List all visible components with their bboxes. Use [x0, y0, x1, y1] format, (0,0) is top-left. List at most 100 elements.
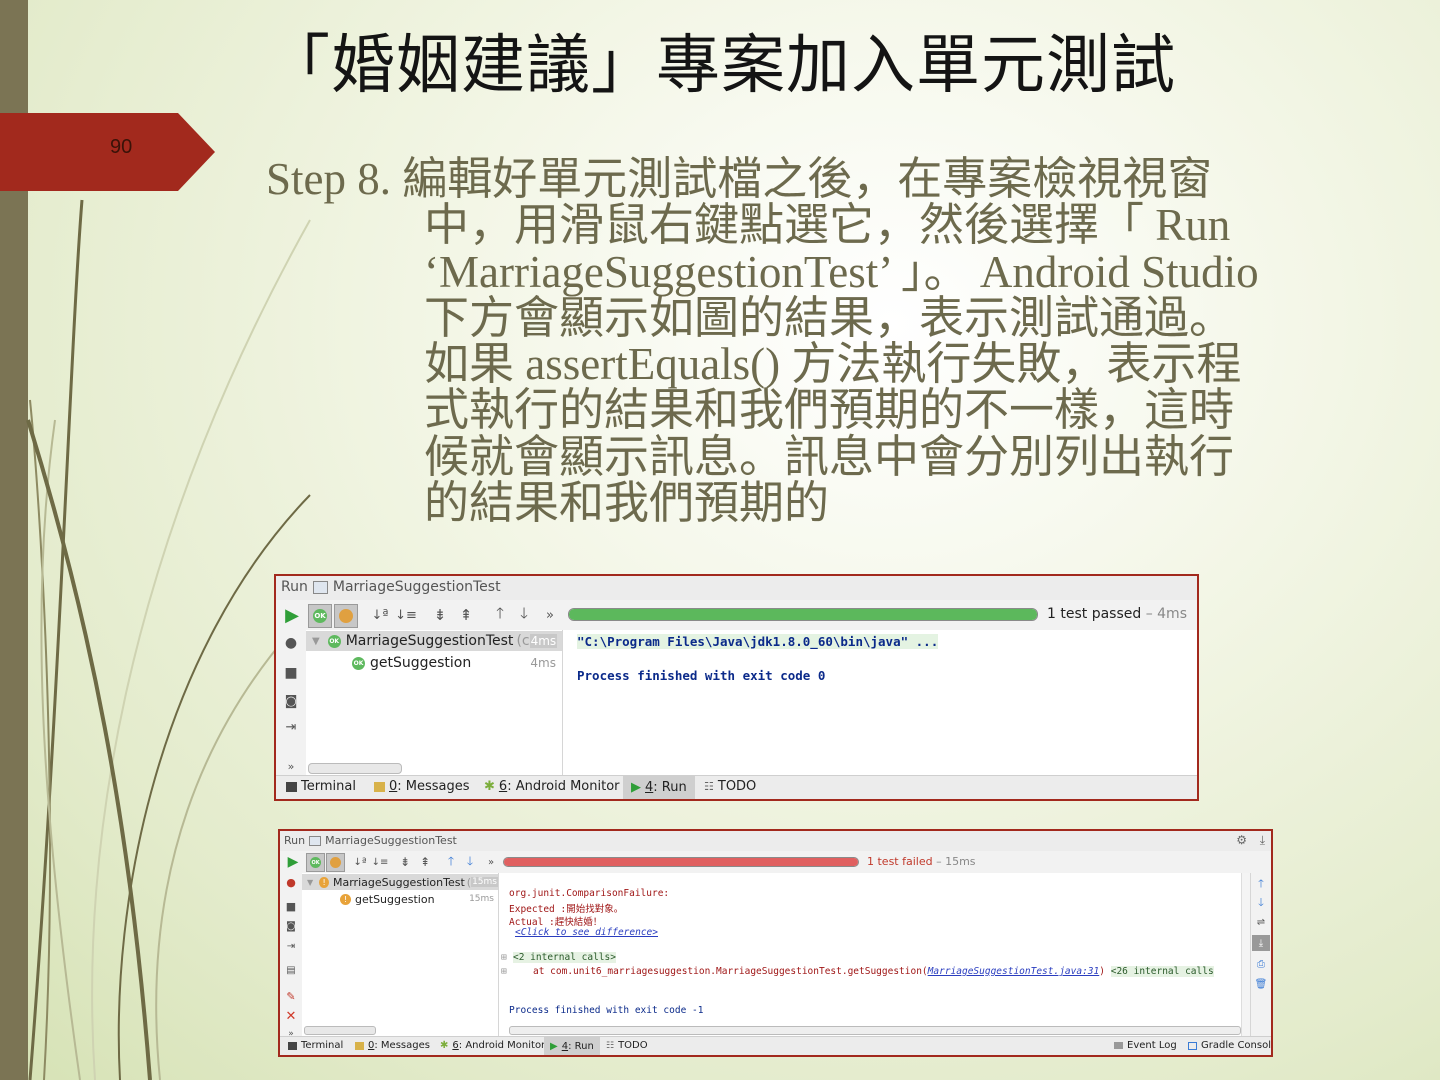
import-icon[interactable]: ⇥ — [282, 718, 300, 736]
tab-gradle-console[interactable]: Gradle Console — [1188, 1040, 1271, 1051]
todo-icon: ☷ — [606, 1040, 615, 1051]
ignored-icon — [330, 857, 341, 868]
run-config-name[interactable]: MarriageSuggestionTest — [325, 834, 457, 847]
tree-item-child[interactable]: ! getSuggestion 15ms — [340, 891, 496, 907]
ok-icon: OK — [313, 609, 327, 623]
tab-messages[interactable]: 0: Messages — [374, 779, 470, 794]
sort-alpha-icon[interactable]: ↓ª — [352, 854, 368, 870]
console-exit-line: Process finished with exit code -1 — [509, 1005, 704, 1016]
tree-item-root[interactable]: ▼ OK MarriageSuggestionTest (c 4ms — [306, 631, 562, 651]
gradle-console-icon — [1188, 1041, 1197, 1050]
rerun-play-icon[interactable]: ▶ — [282, 605, 302, 626]
fold-plus-icon[interactable]: ⊞ — [501, 966, 507, 977]
android-icon: ✱ — [484, 779, 495, 794]
rerun-failed-icon[interactable]: ● — [283, 875, 299, 889]
tab-todo[interactable]: ☷ TODO — [606, 1040, 648, 1051]
tab-terminal[interactable]: Terminal — [286, 779, 356, 794]
console-stack-line: at com.unit6_marriagesuggestion.Marriage… — [533, 966, 1214, 977]
more-side-icon[interactable]: » — [282, 758, 300, 774]
stack-source-link[interactable]: MarriageSuggestionTest.java:31 — [928, 966, 1100, 977]
trash-icon[interactable]: 🗑 — [1253, 977, 1269, 991]
test-status: 1 test failed – 15ms — [867, 855, 976, 868]
tab-android-monitor[interactable]: ✱ 6: Android Monitor — [484, 779, 620, 794]
tab-run[interactable]: ▶ 4: Run — [623, 776, 695, 799]
expand-triangle-icon[interactable]: ▼ — [307, 878, 313, 887]
bottom-tool-tabs: Terminal 0: Messages ✱ 6: Android Monitor… — [280, 1036, 1271, 1055]
rerun-failed-icon[interactable]: ● — [282, 634, 300, 652]
settings-gear-icon[interactable]: ⚙ — [1236, 833, 1247, 847]
scroll-to-end-icon[interactable]: ⤓ — [1252, 935, 1270, 951]
layout-icon[interactable]: ▤ — [283, 963, 299, 977]
tree-scrollbar[interactable] — [308, 763, 402, 774]
more-chevron-icon[interactable]: » — [485, 854, 497, 870]
tree-scrollbar[interactable] — [304, 1026, 376, 1035]
test-tree: ▼ ! MarriageSuggestionTest ( 15ms ! getS… — [302, 873, 499, 1037]
tab-messages[interactable]: 0: Messages — [355, 1040, 430, 1051]
console-output: org.junit.ComparisonFailure: Expected :開… — [499, 873, 1241, 1037]
next-arrow-icon[interactable]: 🡓 — [462, 854, 478, 870]
soft-wrap-icon[interactable]: ⇌ — [1253, 915, 1269, 929]
hide-panel-icon[interactable]: ⤓ — [1260, 833, 1265, 848]
tab-terminal[interactable]: Terminal — [288, 1040, 343, 1051]
tree-item-child[interactable]: OK getSuggestion 4ms — [352, 653, 558, 673]
todo-icon: ☷ — [704, 780, 714, 793]
tab-android-monitor[interactable]: ✱ 6: Android Monitor — [440, 1040, 545, 1051]
pin-icon[interactable]: ✎ — [283, 989, 299, 1003]
messages-icon — [374, 781, 385, 792]
show-passed-toggle[interactable]: OK — [308, 604, 332, 628]
up-arrow-icon[interactable]: 🡑 — [1253, 877, 1269, 891]
console-h-scrollbar[interactable] — [509, 1026, 1241, 1035]
run-panel-header: Run MarriageSuggestionTest ⚙ ⤓ — [280, 831, 1271, 852]
rerun-play-icon[interactable]: ▶ — [285, 854, 301, 870]
console-failure-line: org.junit.ComparisonFailure: — [509, 888, 670, 899]
show-passed-toggle[interactable]: OK — [306, 853, 325, 872]
ignored-icon — [339, 609, 353, 623]
tree-item-root[interactable]: ▼ ! MarriageSuggestionTest ( 15ms — [302, 874, 498, 890]
page-number: 90 — [110, 136, 133, 158]
failed-warning-icon: ! — [340, 893, 351, 905]
camera-icon[interactable]: ◙ — [282, 692, 300, 710]
previous-arrow-icon[interactable]: 🡑 — [490, 604, 510, 625]
previous-arrow-icon[interactable]: 🡑 — [443, 854, 459, 870]
click-to-see-difference-link[interactable]: <Click to see difference> — [515, 927, 658, 938]
console-expected-line: Expected :開始找對象。 — [509, 904, 624, 915]
expand-triangle-icon[interactable]: ▼ — [312, 636, 320, 647]
show-ignored-toggle[interactable] — [326, 853, 345, 872]
tab-todo[interactable]: ☷ TODO — [704, 779, 756, 794]
collapse-all-icon[interactable]: ⇞ — [417, 854, 433, 870]
page-number-tab — [0, 113, 215, 191]
terminal-icon — [288, 1041, 297, 1050]
run-config-name[interactable]: MarriageSuggestionTest — [333, 579, 501, 595]
run-panel-passed: Run MarriageSuggestionTest ▶ OK ↓ª ↓≡ ⇟ … — [274, 574, 1199, 801]
progress-fill — [504, 858, 858, 866]
fold-plus-icon[interactable]: ⊞ — [501, 952, 507, 963]
next-arrow-icon[interactable]: 🡓 — [514, 604, 534, 625]
more-chevron-icon[interactable]: » — [542, 605, 558, 625]
sort-alpha-icon[interactable]: ↓ª — [370, 605, 390, 625]
close-icon[interactable]: ✕ — [283, 1009, 299, 1024]
expand-all-icon[interactable]: ⇟ — [397, 854, 413, 870]
terminal-icon — [286, 781, 297, 792]
stop-icon[interactable]: ■ — [282, 664, 300, 682]
import-icon[interactable]: ⇥ — [283, 939, 299, 953]
run-panel-header: Run MarriageSuggestionTest — [276, 576, 1197, 601]
side-toolbar: ● ■ ◙ ⇥ » — [276, 630, 307, 776]
run-panel-failed: Run MarriageSuggestionTest ⚙ ⤓ ▶ OK ↓ª ↓… — [278, 829, 1273, 1057]
sort-duration-icon[interactable]: ↓≡ — [372, 854, 389, 870]
tab-run[interactable]: ▶ 4: Run — [544, 1037, 600, 1055]
print-icon[interactable]: ⎙ — [1253, 957, 1269, 971]
test-status: 1 test passed – 4ms — [1047, 606, 1187, 622]
show-ignored-toggle[interactable] — [334, 604, 358, 628]
sort-duration-icon[interactable]: ↓≡ — [395, 605, 417, 625]
config-icon — [312, 580, 328, 594]
expand-all-icon[interactable]: ⇟ — [430, 605, 450, 625]
collapse-all-icon[interactable]: ⇞ — [456, 605, 476, 625]
passed-icon: OK — [327, 634, 341, 648]
down-arrow-icon[interactable]: 🡓 — [1253, 896, 1269, 910]
console-internal-calls[interactable]: <2 internal calls> — [513, 952, 616, 963]
tab-event-log[interactable]: Event Log — [1114, 1040, 1177, 1051]
console-actual-line: Actual :趕快結婚！ — [509, 917, 603, 928]
camera-icon[interactable]: ◙ — [283, 919, 299, 933]
side-toolbar: ● ■ ◙ ⇥ ▤ ✎ ✕ » — [280, 873, 303, 1039]
stop-icon[interactable]: ■ — [283, 899, 299, 913]
